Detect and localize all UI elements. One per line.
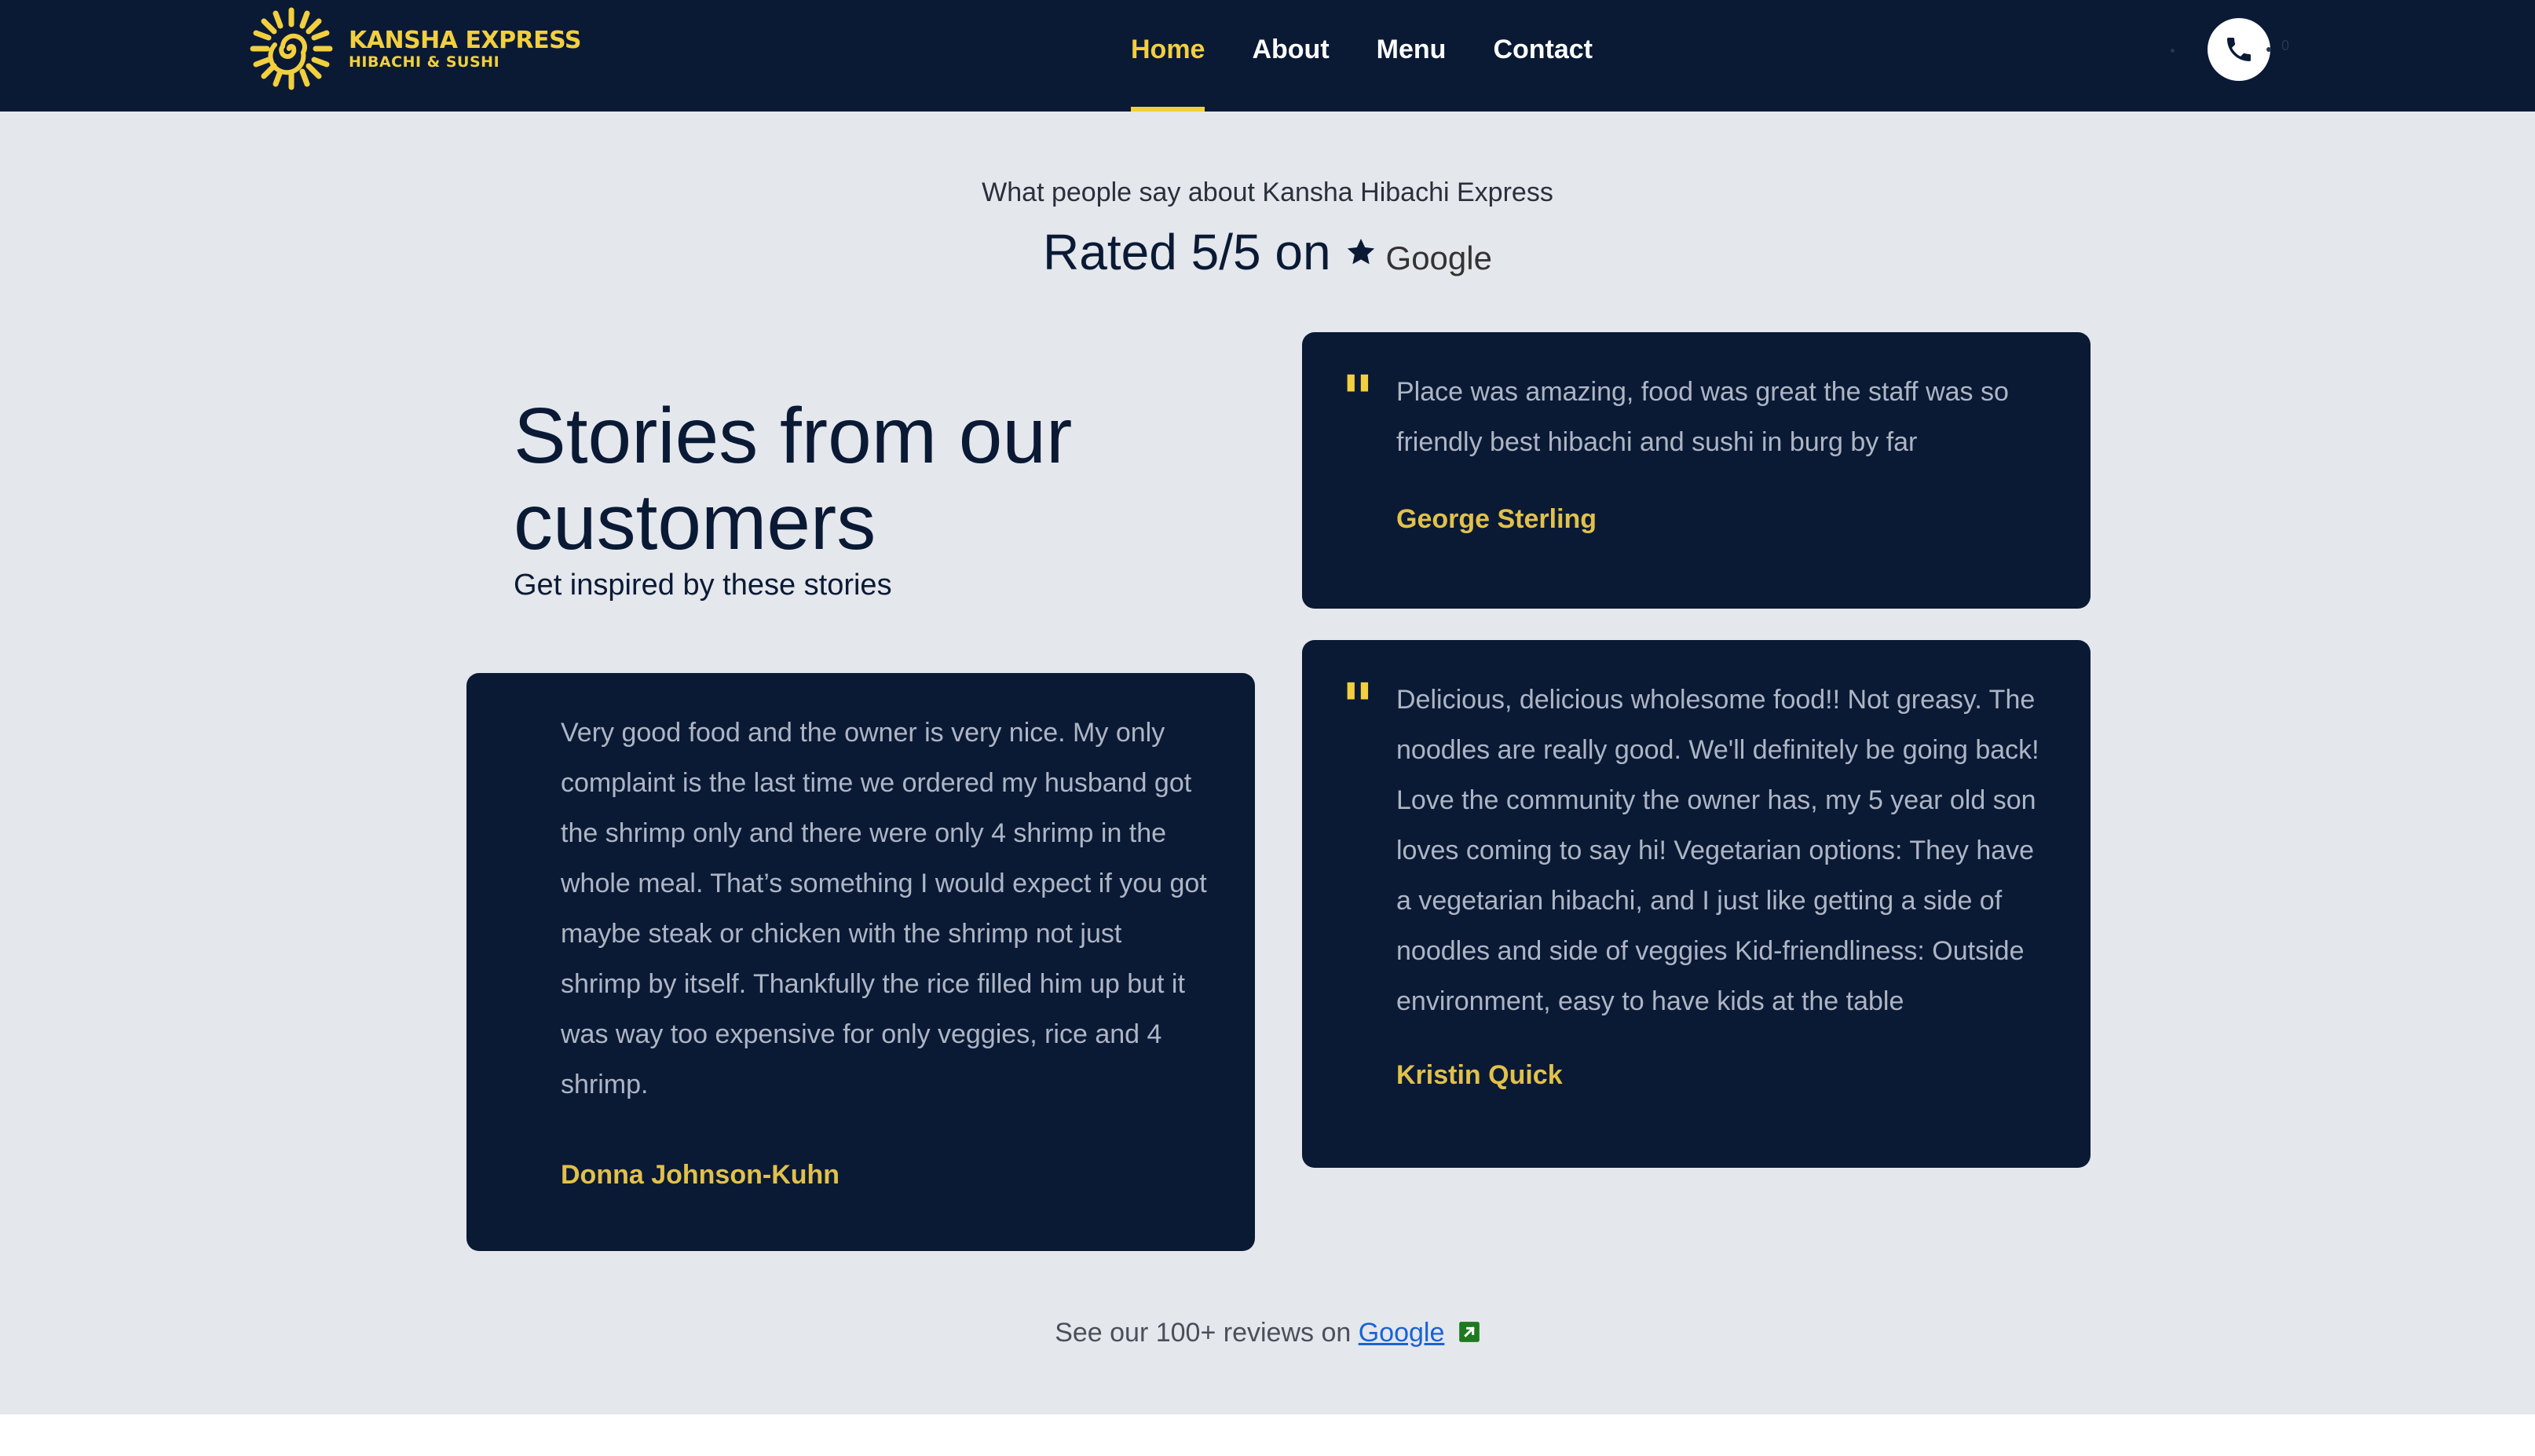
review-author: George Sterling	[1396, 504, 1597, 534]
site-header: KANSHA EXPRESS HIBACHI & SUSHI Home Abou…	[0, 0, 2535, 112]
section-eyebrow: What people say about Kansha Hibachi Exp…	[982, 177, 1553, 207]
brand-name: KANSHA EXPRESS	[349, 27, 582, 54]
section-subtitle: Get inspired by these stories	[514, 569, 892, 602]
review-card: " Place was amazing, food was great the …	[1302, 332, 2091, 609]
quote-icon: "	[1341, 669, 1374, 743]
external-link-icon	[1458, 1322, 1480, 1342]
review-author: Donna Johnson-Kuhn	[561, 1160, 840, 1190]
review-text: Very good food and the owner is very nic…	[561, 718, 1207, 1099]
nav-menu[interactable]: Menu	[1377, 0, 1447, 99]
phone-icon	[2227, 38, 2251, 61]
testimonials-section: What people say about Kansha Hibachi Exp…	[0, 112, 2535, 1414]
review-author: Kristin Quick	[1396, 1060, 1563, 1090]
nav-contact[interactable]: Contact	[1493, 0, 1593, 99]
review-card: Very good food and the owner is very nic…	[466, 673, 1255, 1251]
google-reviews-link[interactable]: Google	[1359, 1318, 1445, 1348]
call-button[interactable]	[2208, 18, 2270, 81]
more-reviews-text: See our 100+ reviews on	[1055, 1318, 1352, 1348]
rating-headline: Rated 5/5 on Google	[0, 223, 2535, 281]
quote-icon: "	[1341, 361, 1374, 435]
brand-logo[interactable]: KANSHA EXPRESS HIBACHI & SUSHI	[250, 7, 582, 90]
nav-home[interactable]: Home	[1131, 0, 1205, 112]
section-title: Stories from our customers	[514, 392, 1073, 566]
rating-text: Rated 5/5 on	[1043, 224, 1331, 280]
review-card: " Delicious, delicious wholesome food!! …	[1302, 640, 2091, 1168]
brand-tagline: HIBACHI & SUSHI	[349, 53, 500, 71]
google-link-label: Google	[1358, 1318, 1445, 1348]
nav-about[interactable]: About	[1252, 0, 1329, 99]
main-nav: Home About Menu Contact	[1131, 0, 1640, 112]
decorative-dot	[2171, 49, 2175, 53]
star-icon	[1347, 239, 1374, 265]
review-text: Delicious, delicious wholesome food!! No…	[1396, 685, 2039, 1016]
review-text: Place was amazing, food was great the st…	[1396, 377, 2009, 457]
rating-source: Google	[1385, 240, 1492, 276]
more-reviews-line: See our 100+ reviews on Google	[0, 1318, 2535, 1348]
sun-logo-icon	[250, 7, 333, 90]
brand-wordmark: KANSHA EXPRESS HIBACHI & SUSHI	[349, 27, 582, 71]
decorative-dot	[2266, 47, 2271, 52]
phone-number-text: 0	[2281, 38, 2290, 53]
